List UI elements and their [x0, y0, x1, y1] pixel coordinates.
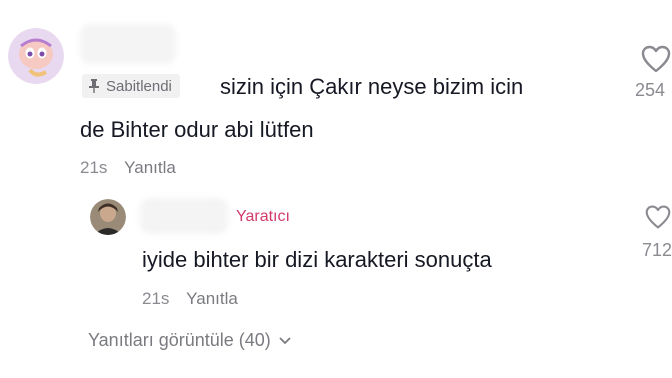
reply-reply-button[interactable]: Yanıtla: [186, 289, 238, 308]
heart-icon: [640, 45, 672, 78]
comment-like-count: 254: [635, 80, 666, 100]
commenter-username[interactable]: [80, 24, 176, 64]
reply-meta: 21s Yanıtla: [142, 289, 238, 309]
heart-icon: [644, 205, 672, 234]
comment-text-line1: sizin için Çakır neyse bizim icin: [220, 74, 524, 99]
creator-label: Yaratıcı: [236, 208, 290, 225]
reply-like-button[interactable]: [644, 204, 672, 232]
pin-icon: [88, 79, 100, 93]
comment-time: 21s: [80, 158, 108, 177]
commenter-avatar[interactable]: [8, 28, 64, 84]
comment-reply-button[interactable]: Yanıtla: [124, 158, 176, 177]
comment-text-line2: de Bihter odur abi lütfen: [80, 117, 314, 142]
creator-avatar[interactable]: [90, 199, 126, 235]
comment-like-button[interactable]: [640, 44, 672, 74]
reply-like-count: 712: [642, 240, 672, 260]
view-replies-button[interactable]: Yanıtları görüntüle (40): [88, 330, 291, 351]
reply-time: 21s: [142, 289, 170, 308]
pinned-badge: Sabitlendi: [82, 74, 180, 98]
reply-text: iyide bihter bir dizi karakteri sonuçta: [142, 247, 492, 272]
view-replies-label: Yanıtları görüntüle (40): [88, 330, 271, 350]
pinned-label: Sabitlendi: [106, 77, 172, 95]
creator-username[interactable]: [140, 198, 228, 234]
chevron-down-icon: [279, 336, 291, 345]
comment-meta: 21s Yanıtla: [80, 158, 176, 178]
